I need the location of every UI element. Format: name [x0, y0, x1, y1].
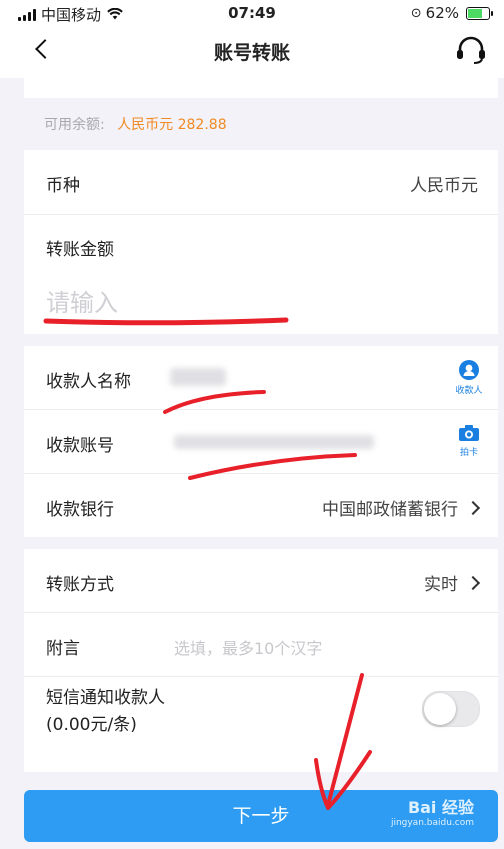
balance-value: 人民币元 282.88 — [117, 117, 227, 133]
amount-section: 转账金额 请输入 — [24, 215, 498, 334]
balance-row: 可用余额: 人民币元 282.88 — [44, 114, 227, 134]
camera-icon[interactable]: 拍卡 — [454, 424, 484, 458]
camera-icon-label: 拍卡 — [459, 448, 478, 458]
amount-input[interactable]: 请输入 — [46, 283, 118, 318]
sms-row: 短信通知收款人 (0.00元/条) — [24, 677, 498, 772]
transfer-method-value: 实时 — [424, 570, 481, 595]
payee-account-label: 收款账号 — [46, 436, 114, 456]
nav-bar: 账号转账 — [0, 26, 504, 78]
payee-bank-label: 收款银行 — [46, 500, 114, 520]
transfer-method-text: 实时 — [424, 575, 458, 595]
headset-icon[interactable] — [454, 34, 488, 66]
currency-label: 币种 — [46, 176, 80, 196]
watermark: Bai 经验 jingyan.baidu.com — [391, 794, 474, 828]
payee-account-row[interactable]: 收款账号 拍卡 — [24, 410, 498, 474]
payee-bank-row[interactable]: 收款银行 中国邮政储蓄银行 — [24, 474, 498, 537]
transfer-method-label: 转账方式 — [46, 575, 114, 595]
page-title: 账号转账 — [213, 42, 290, 64]
chevron-right-icon — [465, 500, 481, 516]
watermark-url: jingyan.baidu.com — [390, 818, 474, 828]
currency-row[interactable]: 币种 人民币元 — [24, 150, 498, 215]
payee-icon-label: 收款人 — [455, 386, 483, 396]
payee-name-row[interactable]: 收款人名称 收款人 — [24, 346, 498, 410]
status-bar: 中国移动 07:49 ⊙ 62% — [0, 0, 504, 26]
currency-value: 人民币元 — [410, 176, 478, 196]
battery-group: ⊙ 62% — [410, 4, 493, 22]
note-label: 附言 — [46, 639, 80, 659]
sms-label-line1: 短信通知收款人 — [46, 688, 165, 708]
note-input[interactable]: 选填，最多10个汉字 — [174, 635, 322, 659]
chevron-right-icon — [465, 575, 481, 591]
payee-card: 收款人名称 收款人 收款账号 拍卡 收款银行 中国邮政储蓄银行 — [24, 346, 498, 537]
payee-bank-text: 中国邮政储蓄银行 — [322, 500, 458, 520]
payee-name-value[interactable] — [170, 368, 226, 386]
content-area: 可用余额: 人民币元 282.88 币种 人民币元 转账金额 请输入 收款人名称… — [0, 78, 504, 849]
sms-label: 短信通知收款人 (0.00元/条) — [46, 685, 165, 739]
amount-label: 转账金额 — [46, 240, 114, 260]
sms-label-line2: (0.00元/条) — [46, 715, 137, 735]
balance-label: 可用余额: — [44, 117, 105, 133]
payee-name-label: 收款人名称 — [46, 372, 131, 392]
watermark-logo: Bai 经验 — [407, 798, 474, 817]
rotation-lock-icon: ⊙ — [410, 5, 422, 21]
top-card-edge — [24, 78, 498, 98]
note-row: 附言 选填，最多10个汉字 — [24, 613, 498, 677]
amount-card: 币种 人民币元 转账金额 请输入 — [24, 150, 498, 334]
payee-bank-value: 中国邮政储蓄银行 — [322, 495, 481, 520]
battery-icon — [466, 6, 493, 20]
payee-account-value[interactable] — [174, 435, 374, 449]
battery-percent: 62% — [425, 4, 459, 22]
sms-toggle[interactable] — [422, 691, 480, 727]
transfer-card: 转账方式 实时 附言 选填，最多10个汉字 短信通知收款人 (0.00元/条) — [24, 549, 498, 772]
transfer-method-row[interactable]: 转账方式 实时 — [24, 549, 498, 613]
payee-icon[interactable]: 收款人 — [454, 360, 484, 396]
